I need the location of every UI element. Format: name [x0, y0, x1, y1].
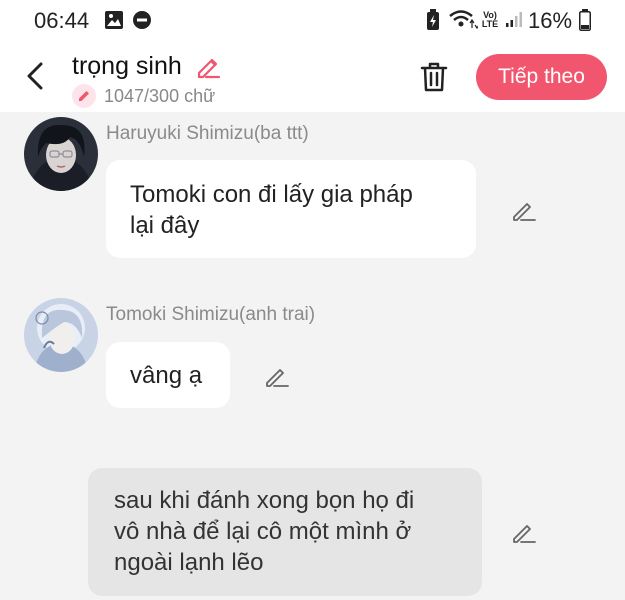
- edit-title-icon[interactable]: [194, 52, 222, 80]
- character-name: Tomoki Shimizu(anh trai): [106, 304, 316, 325]
- message-line: vâng ạ: [130, 362, 203, 389]
- volte-lte-indicator: Vo) LTE: [481, 10, 499, 29]
- edit-message-icon[interactable]: [510, 196, 538, 224]
- battery-saver-icon: [427, 9, 439, 30]
- message-bubble[interactable]: Tomoki con đi lấy gia pháp lại đây: [106, 160, 476, 258]
- message-line: Tomoki con đi lấy gia pháp: [130, 181, 413, 208]
- editor-header: trọng sinh 1047/300 chữ Tiếp theo: [0, 40, 625, 112]
- pencil-badge: [72, 84, 96, 108]
- battery-percent: 16%: [528, 8, 573, 33]
- narration-bubble[interactable]: sau khi đánh xong bọn họ đi vô nhà để lạ…: [88, 468, 482, 596]
- battery-icon: [579, 9, 591, 31]
- wifi-icon: [449, 10, 478, 30]
- edit-message-icon[interactable]: [263, 362, 291, 390]
- cell-signal-icon: [506, 12, 522, 27]
- narration-line: sau khi đánh xong bọn họ đi: [114, 487, 415, 514]
- pencil-icon: [79, 91, 89, 101]
- back-button[interactable]: [20, 58, 52, 94]
- avatar-tomoki[interactable]: [24, 298, 98, 372]
- gallery-icon: [105, 11, 123, 29]
- message-line: lại đây: [130, 212, 200, 239]
- do-not-disturb-icon: [133, 11, 151, 29]
- word-count-text: 1047/300 chữ: [104, 86, 216, 106]
- status-bar: 06:44 Vo) LTE 16%: [0, 0, 625, 40]
- character-name: Haruyuki Shimizu(ba ttt): [106, 123, 309, 144]
- story-title: trọng sinh: [72, 52, 182, 80]
- character-portrait-icon: [24, 117, 98, 191]
- status-time: 06:44: [34, 8, 90, 33]
- edit-narration-icon[interactable]: [510, 518, 538, 546]
- character-portrait-icon: [24, 298, 98, 372]
- avatar-haruyuki[interactable]: [24, 117, 98, 191]
- next-button[interactable]: Tiếp theo: [476, 54, 607, 100]
- narration-line: vô nhà để lại cô một mình ở: [114, 518, 412, 545]
- delete-button[interactable]: [418, 60, 450, 94]
- message-bubble[interactable]: vâng ạ: [106, 342, 230, 408]
- narration-line: ngoài lạnh lẽo: [114, 549, 264, 576]
